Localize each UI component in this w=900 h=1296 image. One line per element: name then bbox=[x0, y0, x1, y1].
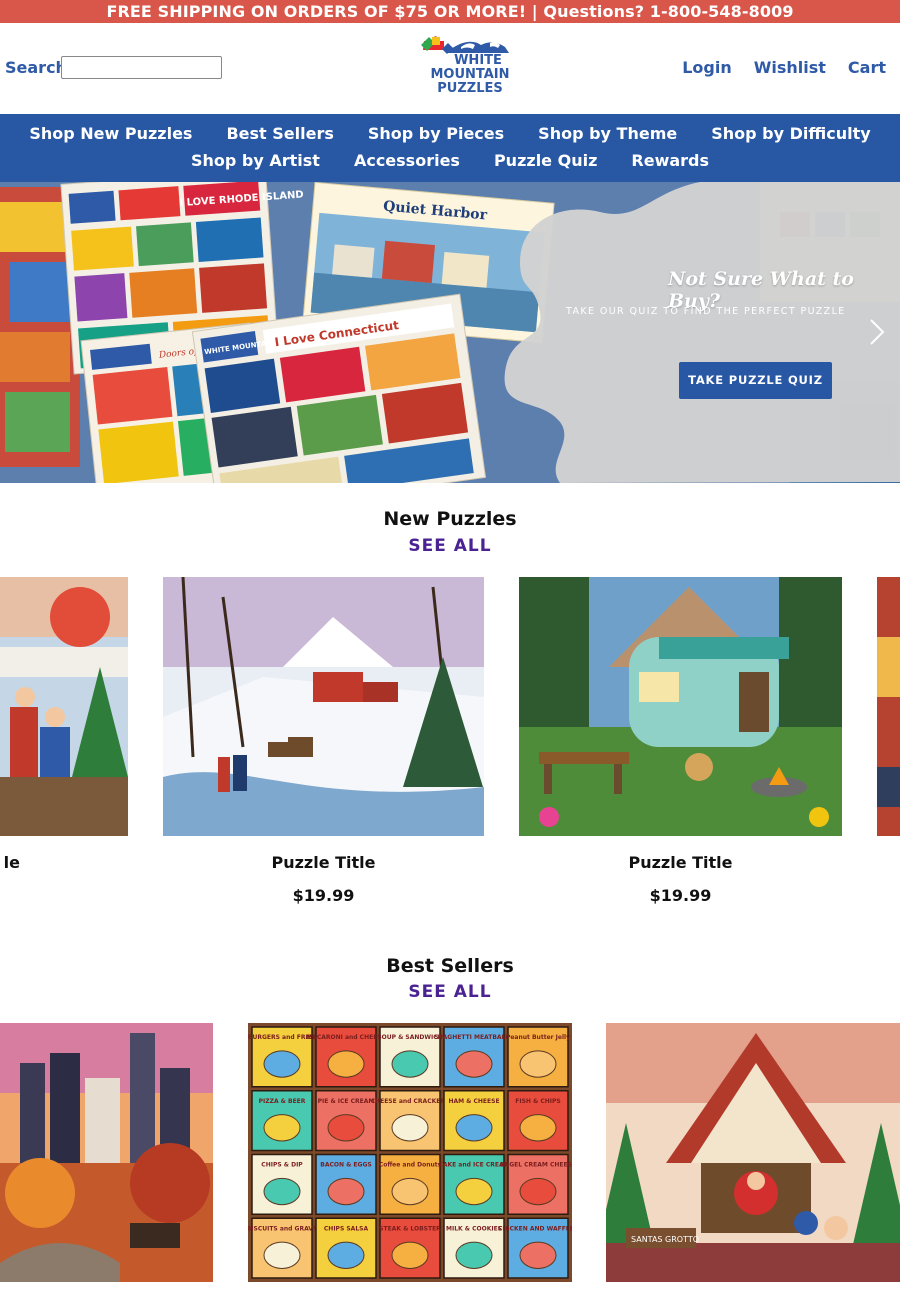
food-tile-label: PIZZA & BEER bbox=[259, 1098, 306, 1105]
product-image[interactable] bbox=[877, 577, 900, 836]
winter-farm-image bbox=[163, 577, 484, 836]
food-tile-label: Coffee and Donuts bbox=[379, 1162, 442, 1169]
nav-rewards[interactable]: Rewards bbox=[631, 151, 709, 170]
product-image[interactable] bbox=[0, 577, 128, 836]
food-tile: Coffee and Donuts bbox=[379, 1153, 442, 1215]
food-tile-label: CHEESE and CRACKERS bbox=[371, 1098, 450, 1105]
search-label: Search bbox=[5, 58, 67, 77]
food-tile-label: CHICKEN AND WAFFLES bbox=[498, 1225, 572, 1232]
best-sellers-see-all-link[interactable]: SEE ALL bbox=[0, 982, 900, 1002]
hero-banner: I LOVE RHODE ISLAND Doors of the World Q… bbox=[0, 182, 900, 483]
product-image[interactable]: SANTAS GROTTO bbox=[606, 1023, 900, 1282]
food-tile-label: CHIPS & DIP bbox=[261, 1162, 303, 1169]
city-park-autumn-image bbox=[0, 1023, 213, 1282]
product-image[interactable] bbox=[163, 577, 484, 836]
new-puzzles-see-all-link[interactable]: SEE ALL bbox=[0, 536, 900, 556]
logo-line-3: PUZZLES bbox=[437, 81, 502, 96]
food-tile: CHICKEN AND WAFFLES bbox=[498, 1217, 572, 1279]
food-tile: FISH & CHIPS bbox=[507, 1090, 569, 1152]
site-logo[interactable]: WHITE MOUNTAIN PUZZLES bbox=[418, 35, 522, 97]
food-tile-label: FISH & CHIPS bbox=[515, 1098, 560, 1105]
food-tile-label: CHIPS SALSA bbox=[324, 1225, 369, 1232]
food-tile: BISCUITS and GRAVY bbox=[248, 1217, 318, 1279]
food-tile: CAKE and ICE CREAM bbox=[438, 1153, 510, 1215]
food-tile-label: STEAK & LOBSTER bbox=[379, 1225, 441, 1232]
product-image[interactable] bbox=[519, 577, 842, 836]
logo-line-1: WHITE bbox=[454, 53, 502, 68]
food-tile: CHIPS & DIP bbox=[251, 1153, 313, 1215]
food-tile: PIE & ICE CREAM bbox=[315, 1090, 377, 1152]
promo-banner: FREE SHIPPING ON ORDERS OF $75 OR MORE! … bbox=[0, 0, 900, 23]
logo-line-2: MOUNTAIN bbox=[430, 67, 509, 82]
best-sellers-title: Best Sellers bbox=[386, 955, 514, 977]
nav-shop-by-theme[interactable]: Shop by Theme bbox=[538, 124, 677, 143]
food-tile: HAM & CHEESE bbox=[443, 1090, 505, 1152]
nav-shop-by-pieces[interactable]: Shop by Pieces bbox=[368, 124, 504, 143]
camper-campsite-image bbox=[519, 577, 842, 836]
food-tile-label: MILK & COOKIES bbox=[446, 1225, 502, 1232]
main-nav: Shop New Puzzles Best Sellers Shop by Pi… bbox=[0, 114, 900, 182]
food-tile-label: Peanut Butter Jelly bbox=[506, 1034, 570, 1041]
food-tile-label: BAGEL CREAM CHEESE bbox=[500, 1162, 572, 1169]
nav-best-sellers[interactable]: Best Sellers bbox=[226, 124, 333, 143]
wishlist-link[interactable]: Wishlist bbox=[754, 58, 826, 77]
partial-puzzle-image bbox=[877, 577, 900, 836]
nav-puzzle-quiz[interactable]: Puzzle Quiz bbox=[494, 151, 597, 170]
product-price: $19.99 bbox=[649, 886, 712, 905]
christmas-market-image bbox=[0, 577, 128, 836]
nav-accessories[interactable]: Accessories bbox=[354, 151, 460, 170]
product-title[interactable]: Puzzle Title bbox=[163, 853, 484, 872]
food-tile-label: CAKE and ICE CREAM bbox=[438, 1162, 509, 1169]
food-tile: MACARONI and CHEESE bbox=[306, 1026, 386, 1088]
nav-shop-new-puzzles[interactable]: Shop New Puzzles bbox=[29, 124, 192, 143]
login-link[interactable]: Login bbox=[682, 58, 732, 77]
food-tile: MILK & COOKIES bbox=[443, 1217, 505, 1279]
food-tile: SOUP & SANDWICH bbox=[377, 1026, 443, 1088]
food-tile: SPAGHETTI MEATBALLS bbox=[434, 1026, 514, 1088]
hero-subheading: TAKE OUR QUIZ TO FIND THE PERFECT PUZZLE bbox=[566, 306, 846, 317]
food-tile-label: SPAGHETTI MEATBALLS bbox=[434, 1034, 513, 1041]
product-image[interactable]: BURGERS and FRIES MACARONI and CHEESE SOUP… bbox=[248, 1023, 572, 1282]
food-tile: STEAK & LOBSTER bbox=[379, 1217, 441, 1279]
santa-grotto-image: SANTAS GROTTO bbox=[606, 1023, 900, 1282]
food-tile-label: BACON & EGGS bbox=[320, 1162, 371, 1169]
product-title-partial[interactable]: le bbox=[0, 853, 20, 872]
nav-shop-by-artist[interactable]: Shop by Artist bbox=[191, 151, 320, 170]
food-tile-label: MACARONI and CHEESE bbox=[306, 1034, 385, 1041]
search-input[interactable] bbox=[61, 56, 222, 79]
food-tile: CHIPS SALSA bbox=[315, 1217, 377, 1279]
nav-shop-by-difficulty[interactable]: Shop by Difficulty bbox=[711, 124, 870, 143]
product-price: $19.99 bbox=[292, 886, 355, 905]
cart-link[interactable]: Cart bbox=[848, 58, 886, 77]
account-links: Login Wishlist Cart bbox=[682, 58, 886, 77]
food-tile: BACON & EGGS bbox=[315, 1153, 377, 1215]
product-title[interactable]: Puzzle Title bbox=[519, 853, 842, 872]
food-tile: Peanut Butter Jelly bbox=[506, 1026, 570, 1088]
chevron-right-icon[interactable] bbox=[866, 317, 888, 347]
food-tile: PIZZA & BEER bbox=[251, 1090, 313, 1152]
product-image[interactable] bbox=[0, 1023, 213, 1282]
food-tile-label: HAM & CHEESE bbox=[448, 1098, 499, 1105]
food-pairs-grid-image: BURGERS and FRIESMACARONI and CHEESESOUP… bbox=[248, 1026, 572, 1279]
food-tile: BAGEL CREAM CHEESE bbox=[500, 1153, 572, 1215]
food-tile-label: PIE & ICE CREAM bbox=[318, 1098, 375, 1105]
hero-collage-image: I LOVE RHODE ISLAND Doors of the World Q… bbox=[0, 182, 900, 483]
food-tile-label: BISCUITS and GRAVY bbox=[248, 1225, 318, 1232]
food-tile: CHEESE and CRACKERS bbox=[371, 1090, 450, 1152]
santas-grotto-sign: SANTAS GROTTO bbox=[631, 1235, 699, 1244]
take-puzzle-quiz-button[interactable]: TAKE PUZZLE QUIZ bbox=[679, 362, 832, 399]
site-header: Search WHITE MOUNTAIN PUZZLES Login Wish… bbox=[0, 23, 900, 114]
new-puzzles-title: New Puzzles bbox=[383, 508, 517, 530]
food-tile-label: SOUP & SANDWICH bbox=[377, 1034, 442, 1041]
puzzle-pieces-icon: WHITE MOUNTAIN PUZZLES bbox=[421, 36, 510, 96]
